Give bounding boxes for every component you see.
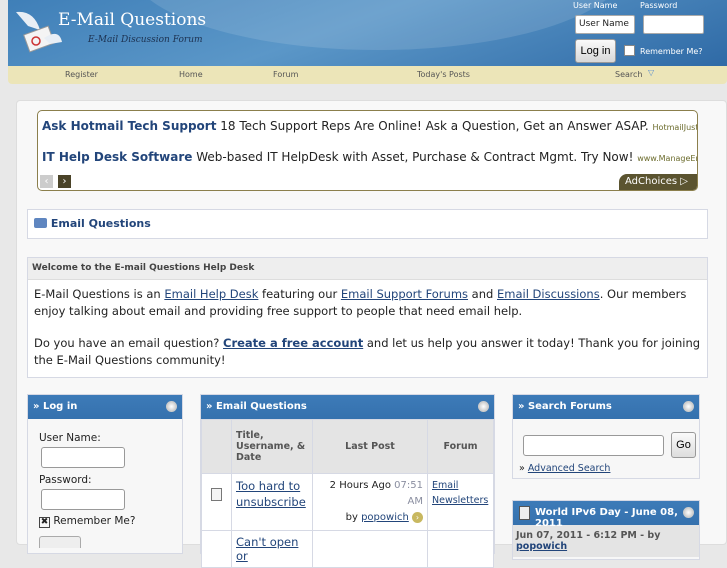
ad-line-1[interactable]: Ask Hotmail Tech Support 18 Tech Support… bbox=[42, 119, 697, 133]
bullet: » bbox=[519, 463, 525, 474]
forum-link[interactable]: Email Newsletters bbox=[432, 480, 488, 506]
chevron-down-icon[interactable]: ▽ bbox=[648, 68, 654, 77]
column-header-last-post: Last Post bbox=[312, 419, 428, 474]
news-author-link[interactable]: popowich bbox=[516, 541, 567, 552]
adchoices-label: AdChoices bbox=[625, 176, 678, 187]
thread-title-link[interactable]: Too hard to unsubscribe bbox=[236, 479, 306, 509]
ad-line-2[interactable]: IT Help Desk Software Web-based IT HelpD… bbox=[42, 150, 697, 164]
nav-todays-posts[interactable]: Today's Posts bbox=[417, 70, 470, 79]
nav-register[interactable]: Register bbox=[65, 70, 98, 79]
login-block: » Log in User Name: Password: ✖ Remember… bbox=[27, 394, 183, 554]
adchoices-link[interactable]: AdChoices ▷ bbox=[619, 174, 697, 190]
ad-title[interactable]: IT Help Desk Software bbox=[42, 150, 192, 164]
collapse-icon[interactable] bbox=[683, 401, 694, 412]
questions-block-title: » Email Questions bbox=[206, 401, 307, 412]
collapse-icon[interactable] bbox=[683, 507, 694, 518]
nav-forum[interactable]: Forum bbox=[273, 70, 298, 79]
username-label: User Name bbox=[573, 1, 618, 10]
collapse-icon[interactable] bbox=[166, 401, 177, 412]
nav-search[interactable]: Search bbox=[615, 70, 642, 79]
welcome-paragraph-1: E-Mail Questions is an Email Help Desk f… bbox=[34, 287, 687, 318]
search-block-title: » Search Forums bbox=[518, 401, 612, 412]
email-discussions-link[interactable]: Email Discussions bbox=[497, 287, 600, 301]
table-row: Too hard to unsubscribe 2 Hours Ago 07:5… bbox=[201, 473, 494, 531]
site-title[interactable]: E-Mail Questions bbox=[58, 10, 206, 30]
password-input[interactable] bbox=[41, 489, 125, 510]
nav-bar: Register Home Forum Today's Posts Search… bbox=[8, 66, 727, 84]
ad-prev-icon[interactable]: ‹ bbox=[40, 175, 53, 188]
remember-checkbox[interactable]: ✖ bbox=[39, 517, 50, 528]
advanced-search-link[interactable]: Advanced Search bbox=[528, 463, 611, 474]
login-submit-button[interactable] bbox=[39, 536, 81, 548]
thread-icon bbox=[211, 488, 222, 501]
header-password-input[interactable] bbox=[643, 15, 704, 34]
email-support-forums-link[interactable]: Email Support Forums bbox=[341, 287, 468, 301]
ad-text: Web-based IT HelpDesk with Asset, Purcha… bbox=[196, 150, 634, 164]
search-input[interactable] bbox=[523, 435, 664, 456]
news-icon bbox=[519, 506, 530, 520]
breadcrumb-current[interactable]: Email Questions bbox=[51, 217, 151, 230]
column-header-forum: Forum bbox=[427, 419, 494, 474]
welcome-paragraph-2: Do you have an email question? Create a … bbox=[34, 336, 701, 367]
ad-banner: Ask Hotmail Tech Support 18 Tech Support… bbox=[37, 110, 698, 191]
last-post-age: 2 Hours Ago bbox=[329, 480, 391, 491]
go-to-last-post-icon[interactable]: › bbox=[412, 512, 423, 523]
news-meta: Jun 07, 2011 - 6:12 PM - by bbox=[516, 530, 661, 541]
ad-text: 18 Tech Support Reps Are Online! Ask a Q… bbox=[220, 119, 649, 133]
login-block-title: » Log in bbox=[33, 401, 78, 412]
email-help-desk-link[interactable]: Email Help Desk bbox=[164, 287, 258, 301]
header-remember-label: Remember Me? bbox=[640, 47, 703, 56]
header-remember-checkbox[interactable] bbox=[624, 45, 635, 56]
remember-label: Remember Me? bbox=[53, 515, 136, 527]
column-header-title: Title, Username, & Date bbox=[231, 419, 313, 474]
username-input[interactable] bbox=[41, 447, 125, 468]
by-label: by bbox=[345, 512, 358, 523]
email-questions-block: » Email Questions Title, Username, & Dat… bbox=[200, 394, 495, 568]
winged-envelope-logo-icon bbox=[16, 11, 62, 53]
site-subtitle: E-Mail Discussion Forum bbox=[88, 35, 203, 45]
welcome-box: Welcome to the E-mail Questions Help Des… bbox=[27, 257, 708, 378]
questions-table: Title, Username, & Date Last Post Forum To… bbox=[201, 419, 494, 568]
create-account-link[interactable]: Create a free account bbox=[223, 336, 363, 350]
search-forums-block: » Search Forums Go » Advanced Search bbox=[512, 394, 700, 479]
header-login-button[interactable]: Log in bbox=[575, 39, 616, 63]
collapse-icon[interactable] bbox=[478, 401, 489, 412]
nav-home[interactable]: Home bbox=[179, 70, 203, 79]
breadcrumb: Email Questions bbox=[27, 209, 708, 239]
password-label: Password: bbox=[39, 474, 92, 486]
ad-url[interactable]: www.ManageEngi... bbox=[637, 154, 697, 163]
folder-icon bbox=[34, 218, 47, 228]
password-label: Password bbox=[640, 1, 678, 10]
news-block: World IPv6 Day - June 08, 2011 Jun 07, 2… bbox=[512, 500, 700, 560]
table-row: Can't open or bbox=[201, 530, 494, 568]
last-post-time: 07:51 AM bbox=[394, 480, 423, 507]
ad-url[interactable]: HotmailJust... bbox=[653, 123, 697, 132]
thread-title-link[interactable]: Can't open or bbox=[236, 535, 298, 563]
ad-next-icon[interactable]: › bbox=[58, 175, 71, 188]
site-header: E-Mail Questions E-Mail Discussion Forum… bbox=[8, 0, 727, 66]
username-label: User Name: bbox=[39, 432, 101, 444]
header-username-input[interactable]: User Name bbox=[575, 15, 635, 34]
welcome-title: Welcome to the E-mail Questions Help Des… bbox=[28, 258, 707, 280]
ad-title[interactable]: Ask Hotmail Tech Support bbox=[42, 119, 216, 133]
last-post-user-link[interactable]: popowich bbox=[361, 512, 409, 523]
search-go-button[interactable]: Go bbox=[671, 432, 696, 458]
